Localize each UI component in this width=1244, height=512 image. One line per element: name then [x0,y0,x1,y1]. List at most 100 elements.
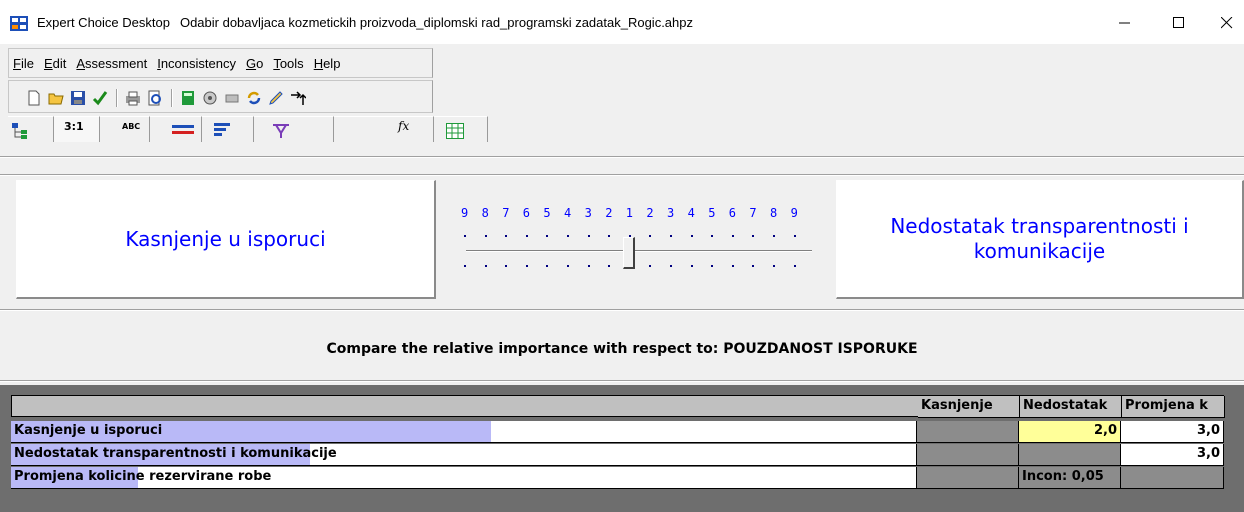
row-label-cell[interactable]: Nedostatak transparentnosti i komunikaci… [11,444,917,466]
close-button[interactable] [1210,8,1244,38]
scale-tick [731,235,734,237]
scale-tick [670,265,672,267]
matrix-cell-selected[interactable]: 2,0 [1019,421,1121,443]
menu-assessment[interactable]: Assessment [71,56,152,71]
scale-tick [711,235,714,237]
check-icon[interactable] [92,90,108,106]
scale-tick [546,265,549,267]
matrix-row: Kasnjenje u isporuci 2,0 3,0 [11,421,1224,443]
matrix-cell[interactable]: 3,0 [1121,444,1224,466]
scale-number: 5 [708,206,716,220]
scale-number: 2 [646,206,654,220]
scale-tick [525,235,528,237]
refresh-icon[interactable] [246,90,262,106]
scale-number: 2 [605,206,613,220]
tab-grid[interactable] [434,116,488,142]
comparison-prompt: Compare the relative importance with res… [326,341,918,357]
scale-number: 5 [543,206,551,220]
settings-icon[interactable] [202,90,218,106]
right-item-box[interactable]: Nedostatak transparentnosti i komunikaci… [836,180,1244,299]
list-icon [214,123,230,136]
close-icon [1221,17,1233,29]
tab-formula[interactable] [334,116,434,142]
hierarchy-icon [273,124,289,138]
scale-tick [608,265,611,267]
menu-bar: File Edit Assessment Inconsistency Go To… [8,52,428,74]
row-label: Promjena kolicine rezervirane robe [14,469,272,484]
scale-number: 6 [522,206,531,220]
matrix-cell [917,467,1019,489]
left-item-label: Kasnjenje u isporuci [125,226,326,251]
scale-number: 6 [728,206,737,220]
scale-tick [587,265,590,267]
matrix-cell [1019,444,1121,466]
comparison-scale[interactable]: 98765432123456789 [440,180,834,299]
print-preview-icon[interactable] [147,90,163,106]
minimize-button[interactable] [1102,8,1148,38]
tab-tree[interactable] [8,116,54,142]
menu-go[interactable]: Go [241,56,268,71]
toolbar-separator [171,89,173,107]
matrix-cell[interactable]: 3,0 [1121,421,1224,443]
row-label: Nedostatak transparentnosti i komunikaci… [14,446,337,461]
eraser-icon[interactable] [224,90,240,106]
calculator-icon[interactable] [180,90,196,106]
scale-tick [731,265,734,267]
toolbar [8,80,433,113]
tab-graphical[interactable] [150,116,202,142]
row-label: Kasnjenje u isporuci [14,423,163,438]
matrix-row: Nedostatak transparentnosti i komunikaci… [11,444,1224,466]
menu-file[interactable]: File [8,56,39,71]
scale-number: 4 [687,206,695,220]
menu-edit[interactable]: Edit [39,56,71,71]
inconsistency-cell: Incon: 0,05 [1019,467,1121,489]
matrix-cell [1121,467,1224,489]
scale-tick [752,265,755,267]
menu-inconsistency[interactable]: Inconsistency [152,56,241,71]
app-name: Expert Choice Desktop [37,15,170,30]
toolbar-separator [116,89,118,107]
tab-hierarchy[interactable] [254,116,334,142]
tab-strip: 3:1 ABC fx [0,114,1244,144]
print-icon[interactable] [125,90,141,106]
scale-tick [484,235,487,237]
tab-questionnaire[interactable] [202,116,254,142]
scale-number: 7 [502,206,510,220]
tab-formula-label: fx [398,119,410,133]
scale-number: 7 [749,206,757,220]
right-item-label-line2: komunikacije [973,239,1106,263]
column-header[interactable]: Promjena k [1122,396,1225,418]
menu-help[interactable]: Help [309,56,346,71]
grid-icon [446,123,464,139]
move-up-icon[interactable] [290,90,306,106]
maximize-button[interactable] [1156,8,1202,38]
left-item-box[interactable]: Kasnjenje u isporuci [16,180,436,299]
scale-tick [670,235,672,237]
scale-number: 9 [461,206,469,220]
row-label-cell[interactable]: Kasnjenje u isporuci [11,421,917,443]
scale-tick [587,235,590,237]
tab-numerical-label: 3:1 [64,120,84,133]
slider-thumb[interactable] [622,237,635,269]
scale-tick [464,235,466,237]
scale-number: 3 [584,206,592,220]
row-label-cell[interactable]: Promjena kolicine rezervirane robe [11,467,917,489]
menu-tools[interactable]: Tools [268,56,308,71]
divider [0,174,1244,176]
scale-tick [690,235,693,237]
matrix-cell [917,444,1019,466]
scale-tick [505,235,508,237]
column-header[interactable]: Nedostatak [1020,396,1122,418]
scale-tick [608,235,611,237]
new-icon[interactable] [26,90,42,106]
scale-tick [505,265,508,267]
column-header[interactable]: Kasnjenje [918,396,1020,418]
open-icon[interactable] [48,90,64,106]
scale-tick [525,265,528,267]
scale-number: 3 [667,206,675,220]
save-icon[interactable] [70,90,86,106]
scale-number: 8 [481,206,489,220]
document-name: Odabir dobavljaca kozmetickih proizvoda_… [179,15,693,30]
scale-tick [752,235,755,237]
pen-icon[interactable] [268,90,284,106]
